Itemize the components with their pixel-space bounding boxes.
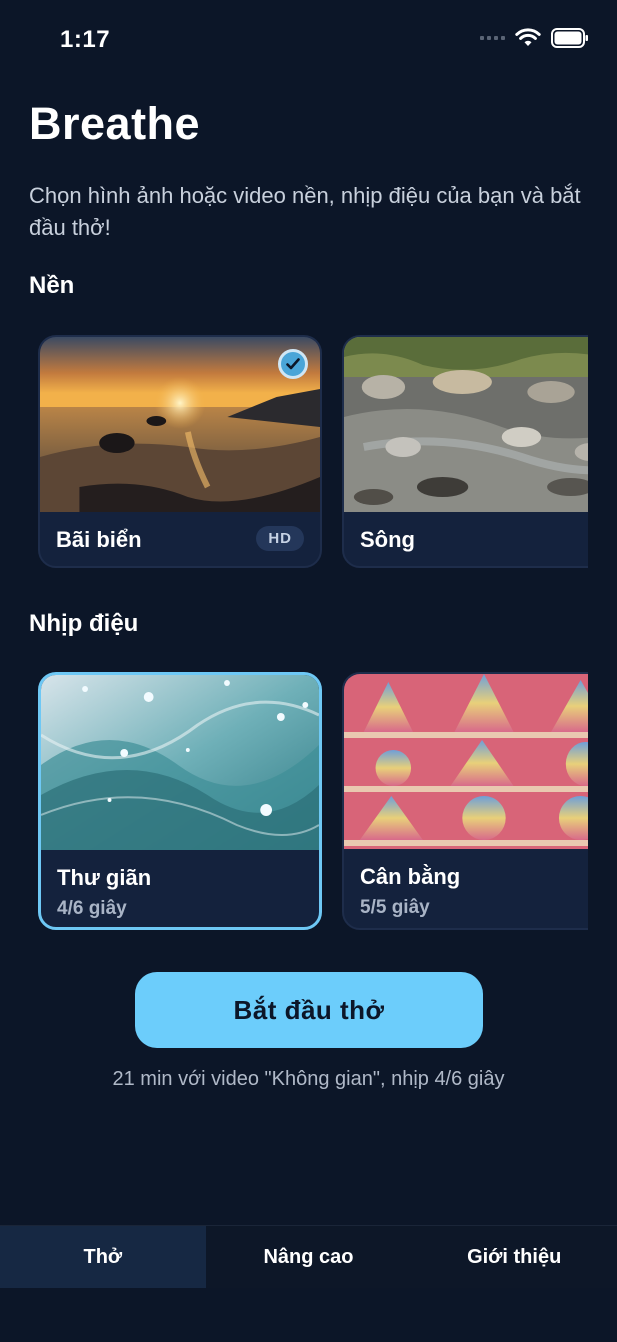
- rhythm-label: Cân bằng: [360, 864, 461, 889]
- rhythm-card-balance[interactable]: Cân bằng 5/5 giây: [342, 672, 588, 930]
- cellular-signal-icon: [480, 36, 505, 40]
- pink-shapes-image: [344, 674, 588, 849]
- status-icons: [480, 28, 589, 48]
- background-section-title: Nền: [29, 272, 75, 299]
- background-card-river[interactable]: Sông HD: [342, 335, 588, 568]
- hd-badge: HD: [256, 526, 304, 551]
- rhythm-section-title: Nhịp điệu: [29, 610, 139, 637]
- rhythm-detail: 5/5 giây: [360, 897, 430, 918]
- tab-bar: Thở Nâng cao Giới thiệu: [0, 1225, 617, 1288]
- rhythm-label: Thư giãn: [57, 865, 152, 890]
- tab-breathe[interactable]: Thở: [0, 1226, 206, 1288]
- status-time: 1:17: [60, 26, 111, 53]
- session-summary: 21 min với video "Không gian", nhịp 4/6 …: [112, 1068, 505, 1090]
- page-title: Breathe: [29, 98, 201, 149]
- tab-advanced[interactable]: Nâng cao: [206, 1226, 412, 1288]
- background-label: Bãi biển: [56, 527, 142, 552]
- rhythm-detail: 4/6 giây: [57, 898, 127, 919]
- selected-check-icon: [278, 349, 308, 379]
- status-bar: 1:17: [0, 0, 617, 80]
- battery-icon: [551, 28, 589, 48]
- teal-waves-image: [41, 675, 319, 850]
- rhythm-card-relax[interactable]: Thư giãn 4/6 giây: [38, 672, 322, 930]
- background-carousel[interactable]: Bãi biển HD Sông: [0, 330, 588, 575]
- page-subtitle: Chọn hình ảnh hoặc video nền, nhịp điệu …: [29, 183, 581, 240]
- home-indicator-area: [0, 1288, 617, 1342]
- wifi-icon: [515, 28, 541, 48]
- start-breathing-button[interactable]: Bắt đầu thở: [135, 972, 483, 1048]
- background-label: Sông: [360, 527, 415, 552]
- tab-about[interactable]: Giới thiệu: [411, 1226, 617, 1288]
- rocky-river-image: [344, 337, 588, 512]
- background-card-beach[interactable]: Bãi biển HD: [38, 335, 322, 568]
- rhythm-carousel[interactable]: Thư giãn 4/6 giây Cân bằng 5/5 giây: [0, 668, 588, 938]
